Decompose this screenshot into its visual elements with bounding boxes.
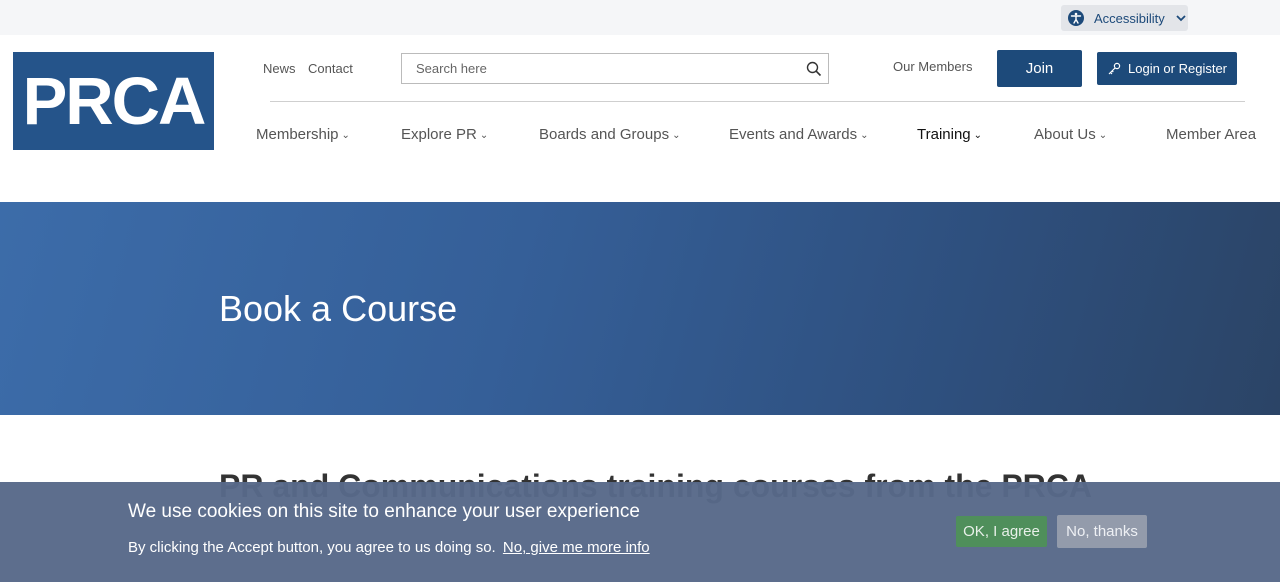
accessibility-button[interactable]: Accessibility	[1061, 5, 1188, 31]
nav-label: Membership	[256, 126, 339, 143]
contact-link[interactable]: Contact	[308, 61, 353, 76]
logo-text: PRCA	[22, 63, 207, 139]
nav-label: Training	[917, 126, 971, 143]
decline-button[interactable]: No, thanks	[1057, 515, 1147, 548]
cookie-text-row: By clicking the Accept button, you agree…	[128, 539, 650, 556]
cookie-text: By clicking the Accept button, you agree…	[128, 539, 496, 556]
chevron-down-icon: ⌄	[1098, 130, 1108, 141]
nav-events-and-awards[interactable]: Events and Awards ⌄	[729, 126, 869, 143]
join-button[interactable]: Join	[997, 50, 1082, 87]
prca-logo[interactable]: PRCA	[13, 52, 214, 150]
nav-about-us[interactable]: About Us ⌄	[1034, 126, 1107, 143]
nav-member-area[interactable]: Member Area	[1166, 126, 1256, 143]
search-box	[401, 53, 829, 84]
page-title: Book a Course	[219, 288, 458, 329]
top-utility-bar: Accessibility	[0, 0, 1280, 35]
nav-label: Events and Awards	[729, 126, 858, 143]
nav-label: About Us	[1034, 126, 1096, 143]
cookie-banner: We use cookies on this site to enhance y…	[0, 482, 1280, 582]
accessibility-icon	[1068, 10, 1084, 26]
nav-training[interactable]: Training ⌄	[917, 126, 982, 143]
login-register-button[interactable]: Login or Register	[1097, 52, 1237, 85]
more-info-link[interactable]: No, give me more info	[503, 539, 650, 556]
our-members-link[interactable]: Our Members	[893, 59, 972, 74]
nav-boards-and-groups[interactable]: Boards and Groups ⌄	[539, 126, 680, 143]
chevron-down-icon	[1176, 15, 1186, 22]
chevron-down-icon: ⌄	[672, 130, 681, 141]
nav-label: Explore PR	[401, 126, 477, 143]
nav-membership[interactable]: Membership ⌄	[256, 126, 350, 143]
key-icon	[1108, 62, 1121, 74]
nav-label: Member Area	[1166, 126, 1257, 143]
search-input[interactable]	[416, 61, 786, 76]
nav-explore-pr[interactable]: Explore PR ⌄	[401, 126, 488, 143]
nav-label: Boards and Groups	[539, 126, 670, 143]
news-link[interactable]: News	[263, 61, 296, 76]
cookie-title: We use cookies on this site to enhance y…	[128, 501, 640, 522]
accessibility-label: Accessibility	[1094, 10, 1165, 26]
nav-divider	[270, 101, 1245, 102]
chevron-down-icon: ⌄	[860, 130, 869, 141]
login-label: Login or Register	[1128, 61, 1227, 76]
chevron-down-icon: ⌄	[341, 130, 350, 141]
agree-button[interactable]: OK, I agree	[956, 516, 1047, 547]
search-icon[interactable]	[806, 61, 822, 77]
chevron-down-icon: ⌄	[973, 130, 983, 141]
chevron-down-icon: ⌄	[479, 130, 489, 141]
hero-banner: Book a Course	[0, 202, 1280, 415]
